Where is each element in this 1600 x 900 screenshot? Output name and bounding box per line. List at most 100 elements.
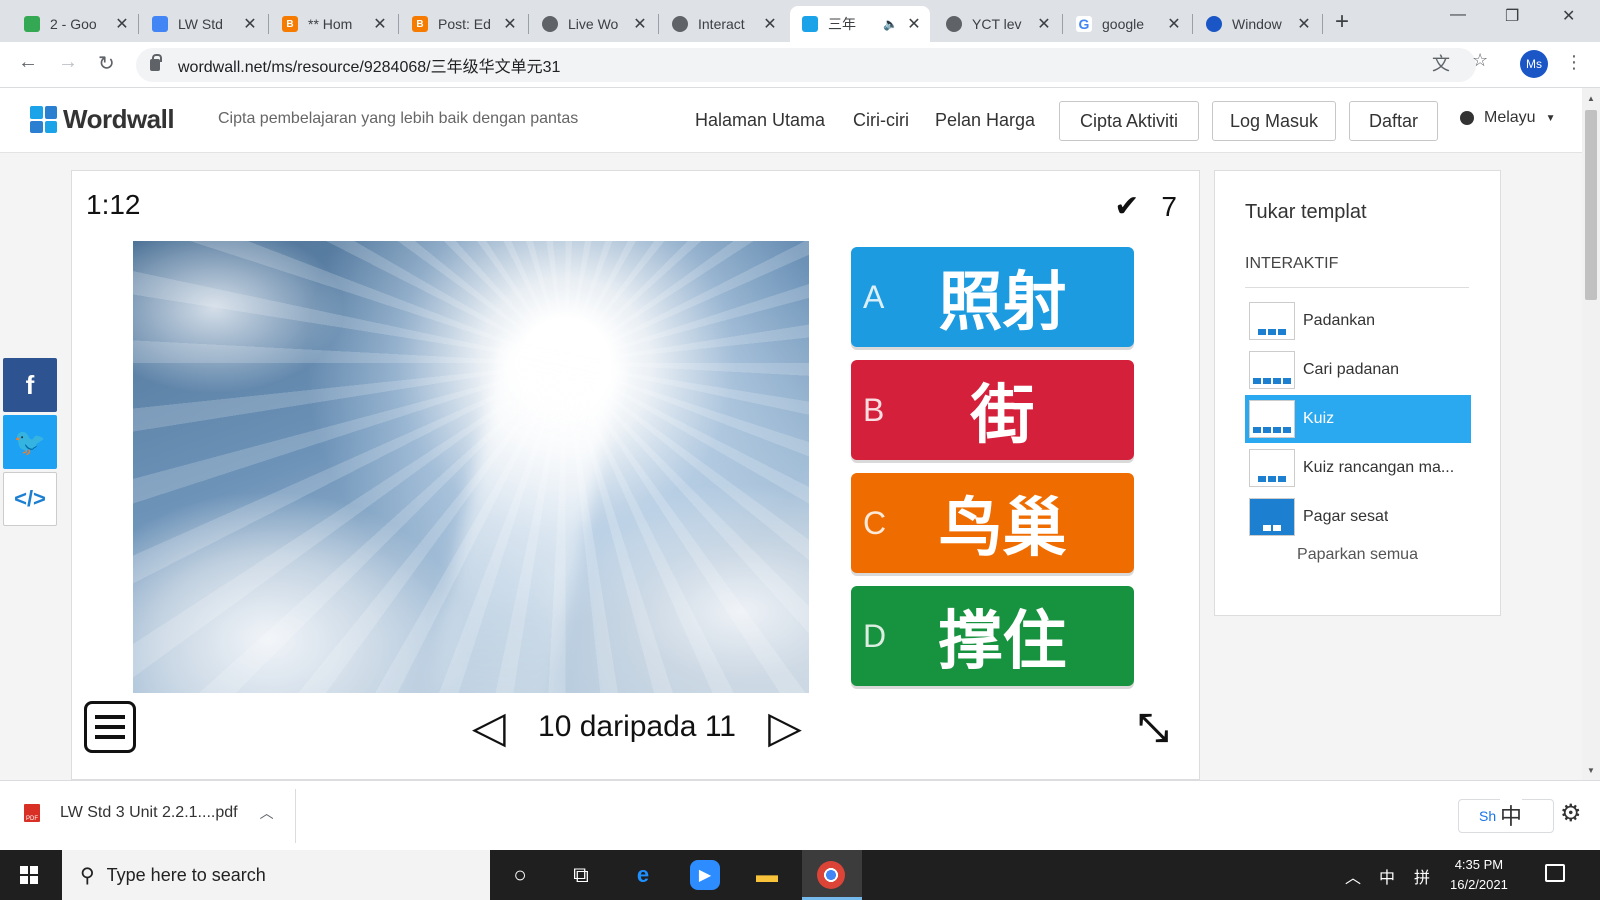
browser-toolbar: ← → ↻ wordwall.net/ms/resource/9284068/三… (0, 42, 1600, 88)
globe-icon (672, 16, 688, 32)
wordwall-logo[interactable]: Wordwall (30, 104, 175, 135)
answer-text: 鸟巢 (938, 492, 1067, 566)
tab-title: 2 - Goo (50, 16, 97, 32)
panel-section-label: INTERAKTIF (1245, 255, 1339, 272)
ime-chinese-indicator[interactable]: 中 (1500, 799, 1523, 831)
windows-start-icon[interactable] (20, 866, 38, 884)
template-item-cari-padanan[interactable]: Cari padanan (1245, 346, 1471, 394)
answer-option-d[interactable]: D 撑住 (851, 586, 1134, 686)
close-tab-icon[interactable]: ✕ (502, 14, 518, 34)
restore-icon[interactable]: ❐ (1505, 6, 1519, 26)
quiz-menu-button[interactable] (84, 701, 136, 753)
scroll-down-icon[interactable]: ▼ (1587, 766, 1595, 775)
browser-tab[interactable]: YCT lev ✕ (934, 6, 1060, 42)
tray-ime-indicator[interactable]: 中 (1379, 864, 1395, 888)
zoom-icon[interactable]: ▶ (690, 860, 720, 890)
ime-settings-gear-icon[interactable]: ⚙ (1560, 799, 1582, 828)
cortana-icon[interactable]: ○ (505, 860, 535, 890)
address-bar[interactable]: wordwall.net/ms/resource/9284068/三年级华文单元… (136, 48, 1476, 82)
internet-explorer-icon[interactable]: e (628, 860, 658, 890)
close-tab-icon[interactable]: ✕ (1296, 14, 1312, 34)
tray-chevron-up-icon[interactable]: ︿ (1345, 864, 1361, 888)
close-tab-icon[interactable]: ✕ (1166, 14, 1182, 34)
speaker-icon[interactable]: 🔈 (883, 17, 898, 31)
browser-tab[interactable]: Window ✕ (1194, 6, 1320, 42)
browser-tab[interactable]: Interact ✕ (660, 6, 786, 42)
download-filename: LW Std 3 Unit 2.2.1....pdf (60, 804, 238, 821)
language-selector[interactable]: Melayu ▼ (1460, 109, 1555, 127)
tray-input-layout-indicator[interactable]: 拼 (1414, 864, 1430, 888)
twitter-share-button[interactable]: 🐦 (3, 415, 57, 469)
close-window-icon[interactable]: ✕ (1562, 6, 1575, 26)
close-tab-icon[interactable]: ✕ (372, 14, 388, 34)
scroll-up-icon[interactable]: ▲ (1587, 94, 1595, 103)
reload-icon[interactable]: ↻ (98, 51, 115, 76)
next-arrow-icon[interactable]: ▷ (768, 702, 802, 753)
close-tab-icon[interactable]: ✕ (114, 14, 130, 34)
facebook-icon: f (25, 369, 35, 400)
browser-tab-active[interactable]: 三年 🔈 ✕ (790, 6, 930, 42)
profile-avatar[interactable]: Ms (1520, 50, 1548, 78)
tab-divider (658, 14, 659, 34)
show-all-templates-link[interactable]: Paparkan semua (1215, 546, 1500, 564)
facebook-share-button[interactable]: f (3, 358, 57, 412)
template-label: Kuiz (1303, 410, 1335, 427)
nav-features-link[interactable]: Ciri-ciri (853, 110, 909, 131)
browser-tab[interactable]: Live Wo ✕ (530, 6, 656, 42)
browser-tab[interactable]: LW Std ✕ (140, 6, 266, 42)
taskbar-search-box[interactable]: ⚲ Type here to search (62, 850, 490, 900)
action-center-icon[interactable] (1545, 864, 1565, 882)
browser-tab[interactable]: 2 - Goo ✕ (12, 6, 138, 42)
bookmark-star-icon[interactable]: ☆ (1472, 50, 1488, 71)
answer-letter: B (863, 391, 885, 428)
quiz-timer: 1:12 (86, 189, 141, 220)
embed-share-button[interactable]: </> (3, 472, 57, 526)
download-item[interactable]: PDF LW Std 3 Unit 2.2.1....pdf ︿ (24, 803, 274, 823)
template-item-padankan[interactable]: Padankan (1245, 297, 1471, 345)
scrollbar-thumb[interactable] (1585, 110, 1597, 300)
close-tab-icon[interactable]: ✕ (1036, 14, 1052, 34)
template-item-kuiz[interactable]: Kuiz (1245, 395, 1471, 443)
question-image-sunlight-sky (133, 241, 809, 693)
browser-tab[interactable]: B Post: Ed ✕ (400, 6, 526, 42)
create-activity-button[interactable]: Cipta Aktiviti (1059, 101, 1199, 141)
back-icon[interactable]: ← (18, 51, 38, 74)
globe-icon (946, 16, 962, 32)
browser-tab[interactable]: B ** Hom ✕ (270, 6, 396, 42)
close-tab-icon[interactable]: ✕ (762, 14, 778, 34)
fullscreen-icon[interactable]: ⤡ (1138, 707, 1168, 750)
nav-home-link[interactable]: Halaman Utama (695, 110, 825, 131)
taskbar-clock[interactable]: 4:35 PM 16/2/2021 (1450, 855, 1508, 895)
tab-divider (268, 14, 269, 34)
tab-title: YCT lev (972, 16, 1022, 32)
template-item-pagar-sesat[interactable]: Pagar sesat (1245, 493, 1471, 541)
nav-pricing-link[interactable]: Pelan Harga (935, 110, 1035, 131)
forward-icon[interactable]: → (58, 51, 78, 74)
close-tab-icon[interactable]: ✕ (632, 14, 648, 34)
chevron-up-icon[interactable]: ︿ (260, 803, 274, 823)
answer-text: 照射 (938, 266, 1067, 340)
google-icon: G (1076, 16, 1092, 32)
answer-option-a[interactable]: A 照射 (851, 247, 1134, 347)
browser-tab[interactable]: G google ✕ (1064, 6, 1190, 42)
lock-icon (150, 54, 162, 71)
minimize-icon[interactable]: — (1450, 6, 1466, 24)
previous-arrow-icon[interactable]: ◁ (472, 702, 506, 753)
tab-divider (528, 14, 529, 34)
login-button[interactable]: Log Masuk (1212, 101, 1336, 141)
answer-text: 撑住 (938, 605, 1067, 679)
browser-menu-icon[interactable]: ⋮ (1565, 52, 1583, 73)
new-tab-button[interactable]: + (1335, 8, 1349, 36)
task-view-icon[interactable]: ⧉ (566, 860, 596, 890)
close-tab-icon[interactable]: ✕ (242, 14, 258, 34)
answer-option-b[interactable]: B 街 (851, 360, 1134, 460)
tab-divider (1192, 14, 1193, 34)
translate-icon[interactable]: 文 (1432, 50, 1450, 76)
clock-time: 4:35 PM (1454, 857, 1504, 872)
template-item-kuiz-rancangan[interactable]: Kuiz rancangan ma... (1245, 444, 1471, 492)
close-tab-icon[interactable]: ✕ (906, 14, 922, 34)
signup-button[interactable]: Daftar (1349, 101, 1438, 141)
template-label: Padankan (1303, 312, 1376, 329)
answer-option-c[interactable]: C 鸟巢 (851, 473, 1134, 573)
file-explorer-icon[interactable]: ▬ (752, 860, 782, 890)
